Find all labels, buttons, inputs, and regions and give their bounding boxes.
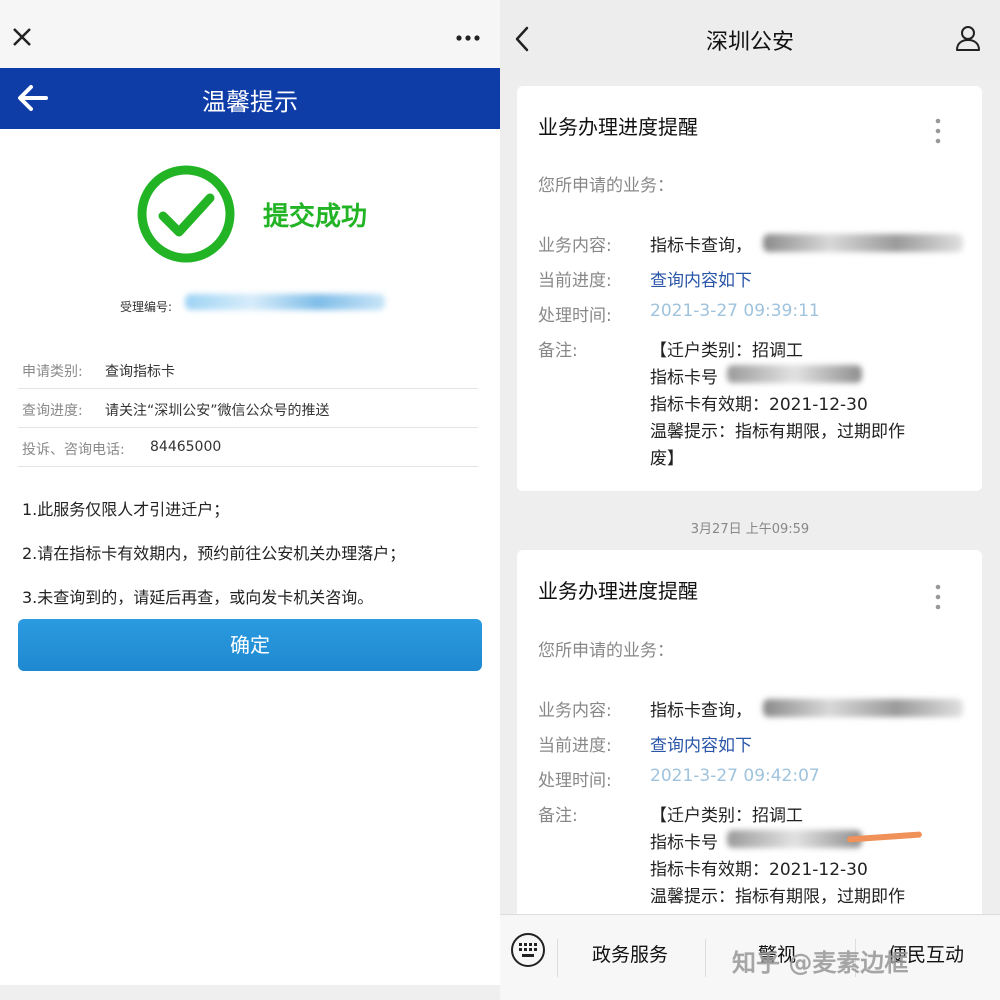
remark-line: 指标卡号	[650, 368, 718, 388]
card-subtitle: 您所申请的业务：	[538, 641, 674, 661]
info-value-progress: 请关注“深圳公安”微信公众号的推送	[105, 403, 330, 419]
time-label: 处理时间:	[538, 306, 612, 326]
page-header: 温馨提示	[0, 68, 500, 129]
progress-card[interactable]: 业务办理进度提醒 您所申请的业务： 业务内容: 指标卡查询， 当前进度: 查询内…	[517, 86, 982, 491]
bottom-strip	[0, 985, 500, 1000]
content-label: 业务内容:	[538, 701, 612, 721]
info-value-category: 查询指标卡	[105, 364, 175, 380]
info-label-category: 申请类别:	[22, 364, 83, 380]
remark-line: 指标卡号	[650, 833, 718, 853]
remark-line: 指标卡有效期：2021-12-30	[650, 860, 868, 880]
remark-line: 温馨提示：指标有期限，过期即作	[650, 422, 905, 442]
remark-label: 备注:	[538, 806, 578, 826]
remark-line: 温馨提示：指标有期限，过期即作	[650, 887, 905, 907]
chat-topbar: 深圳公安	[500, 0, 1000, 80]
menu-item-government-service[interactable]: 政务服务	[592, 940, 668, 967]
info-label-phone: 投诉、咨询电话:	[22, 442, 125, 458]
time-value: 2021-3-27 09:42:07	[650, 766, 820, 786]
content-label: 业务内容:	[538, 236, 612, 256]
progress-label: 当前进度:	[538, 736, 612, 756]
more-vertical-icon[interactable]	[935, 584, 941, 610]
progress-card[interactable]: 业务办理进度提醒 您所申请的业务： 业务内容: 指标卡查询， 当前进度: 查询内…	[517, 550, 982, 934]
close-icon[interactable]	[10, 25, 34, 49]
receipt-number-label: 受理编号:	[120, 300, 173, 314]
content-redacted	[763, 234, 963, 252]
divider	[18, 388, 478, 389]
content-redacted	[763, 699, 963, 717]
remark-line: 【迁户类别：招调工	[650, 341, 803, 361]
divider	[18, 427, 478, 428]
left-panel: 温馨提示 提交成功 受理编号: 申请类别: 查询指标卡 查询进度: 请关注“深圳…	[0, 0, 500, 1000]
remark-line: 【迁户类别：招调工	[650, 806, 803, 826]
remark-label: 备注:	[538, 341, 578, 361]
separator	[705, 939, 706, 977]
info-value-phone: 84465000	[150, 439, 222, 455]
progress-link[interactable]: 查询内容如下	[650, 266, 752, 291]
confirm-button[interactable]: 确定	[18, 619, 482, 671]
card-title: 业务办理进度提醒	[538, 115, 698, 139]
divider	[18, 466, 478, 467]
receipt-number-redacted	[185, 294, 385, 310]
remark-line: 废】	[650, 449, 684, 469]
content-value: 指标卡查询，	[650, 236, 752, 256]
message-timestamp: 3月27日 上午09:59	[690, 522, 810, 537]
success-check-icon	[136, 164, 236, 264]
keyboard-icon[interactable]	[510, 932, 546, 968]
card-number-redacted	[727, 365, 862, 383]
card-title: 业务办理进度提醒	[538, 579, 698, 603]
time-label: 处理时间:	[538, 771, 612, 791]
right-panel: 深圳公安 业务办理进度提醒 您所申请的业务： 业务内容: 指标卡查询， 当前进度…	[500, 0, 1000, 1000]
time-value: 2021-3-27 09:39:11	[650, 301, 820, 321]
success-status-text: 提交成功	[263, 202, 368, 232]
separator	[557, 939, 558, 977]
page-title: 温馨提示	[202, 88, 298, 116]
note-1: 1.此服务仅限人才引进迁户；	[22, 500, 230, 519]
watermark: 知乎 @麦素边框	[732, 949, 909, 977]
note-2: 2.请在指标卡有效期内，预约前往公安机关办理落户；	[22, 544, 406, 563]
more-vertical-icon[interactable]	[935, 118, 941, 144]
progress-link[interactable]: 查询内容如下	[650, 731, 752, 756]
info-label-progress: 查询进度:	[22, 403, 83, 419]
content-value: 指标卡查询，	[650, 701, 752, 721]
card-number-redacted	[727, 830, 862, 848]
chat-title: 深圳公安	[705, 30, 794, 55]
profile-icon[interactable]	[954, 24, 982, 52]
note-3: 3.未查询到的，请延后再查，或向发卡机关咨询。	[22, 588, 374, 607]
more-icon[interactable]	[455, 34, 481, 42]
remark-line: 指标卡有效期：2021-12-30	[650, 395, 868, 415]
progress-label: 当前进度:	[538, 271, 612, 291]
browser-topbar	[0, 0, 500, 68]
bottom-menu-bar: 政务服务 警视 便民互动 知乎 @麦素边框	[500, 914, 1000, 1000]
card-subtitle: 您所申请的业务：	[538, 176, 674, 196]
